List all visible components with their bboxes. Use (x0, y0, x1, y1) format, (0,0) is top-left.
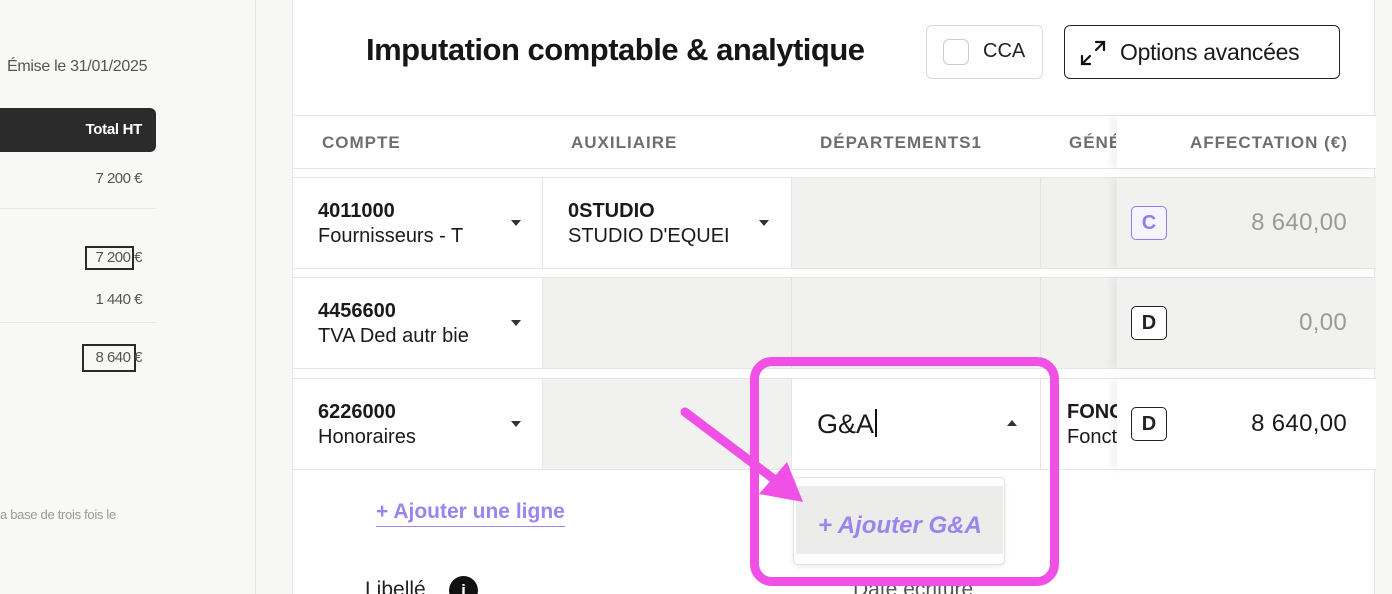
affectation-cell: C 8 640,00 (1117, 178, 1376, 268)
generic-name: Fonct (1067, 426, 1117, 448)
account-select[interactable]: 4011000 Fournisseurs - T (293, 178, 543, 268)
add-department-option[interactable]: + Ajouter G&A (796, 486, 1003, 554)
department-dropdown: + Ajouter G&A (793, 477, 1005, 565)
account-code: 4011000 (318, 200, 395, 222)
account-select[interactable]: 6226000 Honoraires (293, 379, 543, 469)
invoice-separator (0, 208, 156, 209)
libelle-label: Libellé (365, 578, 426, 594)
generic-code: FONC (1067, 401, 1117, 423)
account-code: 6226000 (318, 401, 396, 423)
info-icon[interactable]: i (449, 576, 478, 594)
chevron-down-icon (511, 220, 521, 226)
accounting-panel: Imputation comptable & analytique CCA Op… (292, 0, 1376, 594)
add-department-option-label: + Ajouter G&A (818, 512, 982, 539)
chevron-up-icon (1007, 420, 1017, 426)
credit-badge[interactable]: C (1131, 206, 1167, 240)
chevron-down-icon (511, 421, 521, 427)
header-compte: COMPTE (322, 133, 401, 152)
invoice-separator (0, 322, 156, 323)
invoice-total-header: Total HT (0, 108, 156, 152)
chevron-down-icon (511, 320, 521, 326)
auxiliary-select[interactable]: 0STUDIO STUDIO D'EQUEI (543, 178, 792, 268)
account-name: TVA Ded autr bie (318, 325, 469, 347)
auxiliary-name: STUDIO D'EQUEI (568, 225, 728, 247)
cca-checkbox[interactable] (943, 39, 969, 65)
amount: 8 640,00 (1251, 209, 1347, 236)
department-input-value: G&A (817, 409, 877, 440)
amount-input[interactable]: 8 640,00 (1251, 410, 1347, 438)
affectation-cell: D 8 640,00 (1117, 379, 1376, 469)
chevron-down-icon (759, 220, 769, 226)
account-name: Fournisseurs - T (318, 225, 464, 247)
table-row: 6226000 Honoraires G&A FONC Fonct D 8 64… (293, 378, 1376, 470)
header-auxiliaire: AUXILIAIRE (571, 133, 678, 152)
header-departements: DÉPARTEMENTS1 (820, 133, 982, 152)
invoice-value-3: 1 440 € (95, 291, 142, 308)
debit-badge[interactable]: D (1131, 407, 1167, 441)
expand-icon (1080, 40, 1106, 66)
invoice-value-1: 7 200 € (95, 170, 142, 187)
date-ecriture-label: Date écriture (853, 578, 974, 594)
header-affectation: AFFECTATION (€) (1190, 133, 1348, 152)
department-input[interactable]: G&A (792, 379, 1041, 469)
advanced-options-button[interactable]: Options avancées (1064, 25, 1340, 79)
invoice-total-header-label: Total HT (85, 121, 143, 138)
department-cell (792, 278, 1041, 368)
department-cell (792, 178, 1041, 268)
table-row: 4456600 TVA Ded autr bie D 0,00 (293, 277, 1376, 369)
invoice-note: a base de trois fois le (0, 507, 116, 522)
auxiliary-code: 0STUDIO (568, 200, 655, 222)
department-input-text: G&A (817, 409, 875, 439)
auxiliary-cell (543, 379, 792, 469)
account-name: Honoraires (318, 426, 416, 448)
amount: 0,00 (1299, 309, 1347, 336)
account-code: 4456600 (318, 300, 396, 322)
generic-cell (1041, 278, 1117, 368)
account-select[interactable]: 4456600 TVA Ded autr bie (293, 278, 543, 368)
invoice-date: Émise le 31/01/2025 (7, 58, 148, 75)
advanced-options-label: Options avancées (1120, 39, 1300, 65)
auxiliary-cell (543, 278, 792, 368)
debit-badge[interactable]: D (1131, 306, 1167, 340)
invoice-value-4: 8 640 € (95, 349, 142, 366)
table-header: COMPTE AUXILIAIRE DÉPARTEMENTS1 GÉNÉ AFF… (293, 115, 1376, 169)
affectation-cell: D 0,00 (1117, 278, 1376, 368)
page-title: Imputation comptable & analytique (366, 32, 865, 67)
invoice-value-2: 7 200 € (95, 249, 142, 266)
generic-cell (1041, 178, 1117, 268)
text-cursor (875, 409, 877, 437)
cca-label: CCA (983, 40, 1026, 62)
invoice-preview: Émise le 31/01/2025 Total HT 7 200 € 7 2… (0, 0, 256, 594)
add-line-button[interactable]: + Ajouter une ligne (376, 500, 565, 527)
header-sticky-column: AFFECTATION (€) (1117, 116, 1376, 168)
generic-select[interactable]: FONC Fonct (1041, 379, 1117, 469)
header-generique: GÉNÉ (1069, 133, 1116, 152)
table-row: 4011000 Fournisseurs - T 0STUDIO STUDIO … (293, 177, 1376, 269)
cca-toggle[interactable]: CCA (926, 25, 1043, 79)
